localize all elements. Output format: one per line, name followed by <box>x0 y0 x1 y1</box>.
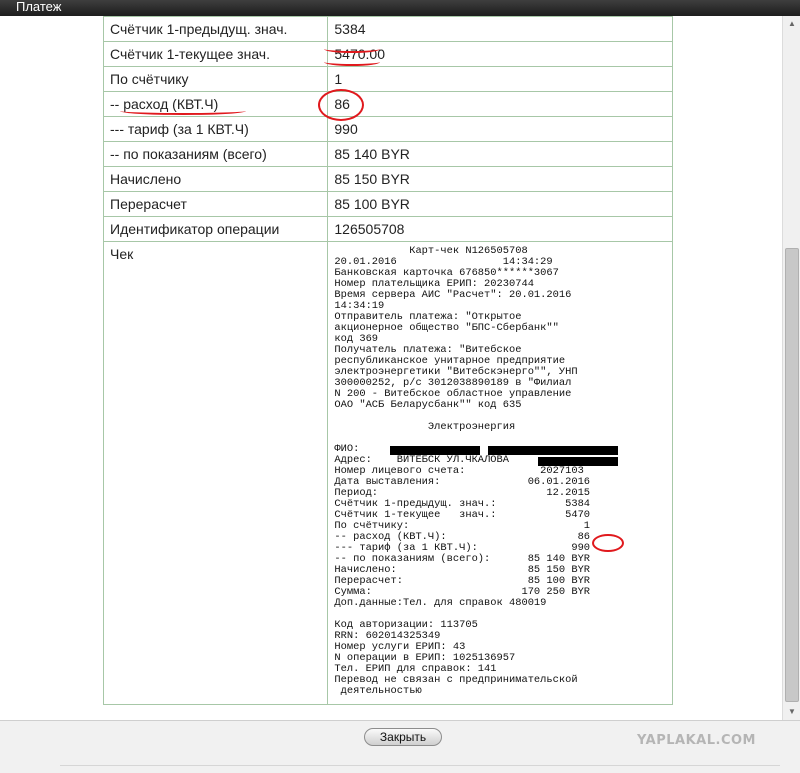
table-row: Идентификатор операции 126505708 <box>102 216 673 242</box>
receipt-line: деятельностью <box>334 685 422 697</box>
row-label: Счётчик 1-предыдущ. знач. <box>102 16 329 42</box>
row-label: --- тариф (за 1 КВТ.Ч) <box>102 116 329 142</box>
redaction-bar <box>390 446 481 455</box>
receipt-line: Доп.данные:Тел. для справок 480019 <box>334 597 547 609</box>
row-label: -- по показаниям (всего) <box>102 141 329 167</box>
scrollbar-thumb[interactable] <box>785 248 799 702</box>
table-row: Счётчик 1-текущее знач. 5470.00 <box>102 41 673 67</box>
row-value: 85 140 BYR <box>327 141 673 167</box>
table-row: -- по показаниям (всего) 85 140 BYR <box>102 141 673 167</box>
payment-details-panel: Счётчик 1-предыдущ. знач. 5384 Счётчик 1-… <box>0 16 782 720</box>
receipt-text: Карт-чек N126505708 20.01.2016 14:34:29 Ба… <box>334 246 666 697</box>
receipt-line <box>334 433 666 444</box>
row-label: Перерасчет <box>102 191 329 217</box>
payment-details-table: Счётчик 1-предыдущ. знач. 5384 Счётчик 1-… <box>102 16 673 705</box>
row-value: 990 <box>327 116 673 142</box>
row-value: 5470.00 <box>327 41 673 67</box>
scroll-down-arrow-icon[interactable]: ▼ <box>786 706 798 718</box>
watermark: YAPLAKAL.COM <box>637 733 756 748</box>
row-label: Идентификатор операции <box>102 216 329 242</box>
annotation-circle-receipt-consumption <box>592 534 624 552</box>
vertical-scrollbar[interactable]: ▲ ▼ <box>782 16 800 720</box>
table-row: Счётчик 1-предыдущ. знач. 5384 <box>102 16 673 42</box>
row-label: Счётчик 1-текущее знач. <box>102 41 329 67</box>
row-label: По счётчику <box>102 66 329 92</box>
redaction-bar <box>488 446 619 455</box>
row-value: 85 150 BYR <box>327 166 673 192</box>
table-row: Начислено 85 150 BYR <box>102 166 673 192</box>
window-titlebar: Платеж <box>0 0 800 16</box>
receipt-line: акционерное общество "БПС-Сбербанк"" <box>334 322 559 334</box>
row-value: 126505708 <box>327 216 673 242</box>
receipt-line: Электроэнергия <box>334 421 516 433</box>
row-value: 86 <box>327 91 673 117</box>
scroll-up-arrow-icon[interactable]: ▲ <box>786 18 798 30</box>
footer-divider <box>60 765 780 766</box>
receipt-cell: Карт-чек N126505708 20.01.2016 14:34:29 Ба… <box>327 241 673 705</box>
row-label: Начислено <box>102 166 329 192</box>
annotation-underline-consumption-label <box>120 107 246 115</box>
dialog-footer: Закрыть YAPLAKAL.COM <box>0 720 800 773</box>
receipt-row: Чек Карт-чек N126505708 20.01.2016 14:34:… <box>102 241 673 705</box>
table-row: Перерасчет 85 100 BYR <box>102 191 673 217</box>
window-title: Платеж <box>16 0 62 14</box>
table-row: --- тариф (за 1 КВТ.Ч) 990 <box>102 116 673 142</box>
annotation-circle-consumption <box>318 89 364 121</box>
annotation-underline-prev <box>324 45 380 53</box>
table-row: По счётчику 1 <box>102 66 673 92</box>
redaction-bar <box>538 457 619 466</box>
receipt-line: ОАО "АСБ Беларусбанк"" код 635 <box>334 399 522 411</box>
receipt-line: Время сервера АИС "Расчет": 20.01.2016 <box>334 289 572 301</box>
row-value: 5384 <box>327 16 673 42</box>
close-button[interactable]: Закрыть <box>364 728 442 746</box>
annotation-underline-curr <box>324 58 380 66</box>
receipt-label: Чек <box>102 241 329 705</box>
row-value: 85 100 BYR <box>327 191 673 217</box>
row-value: 1 <box>327 66 673 92</box>
